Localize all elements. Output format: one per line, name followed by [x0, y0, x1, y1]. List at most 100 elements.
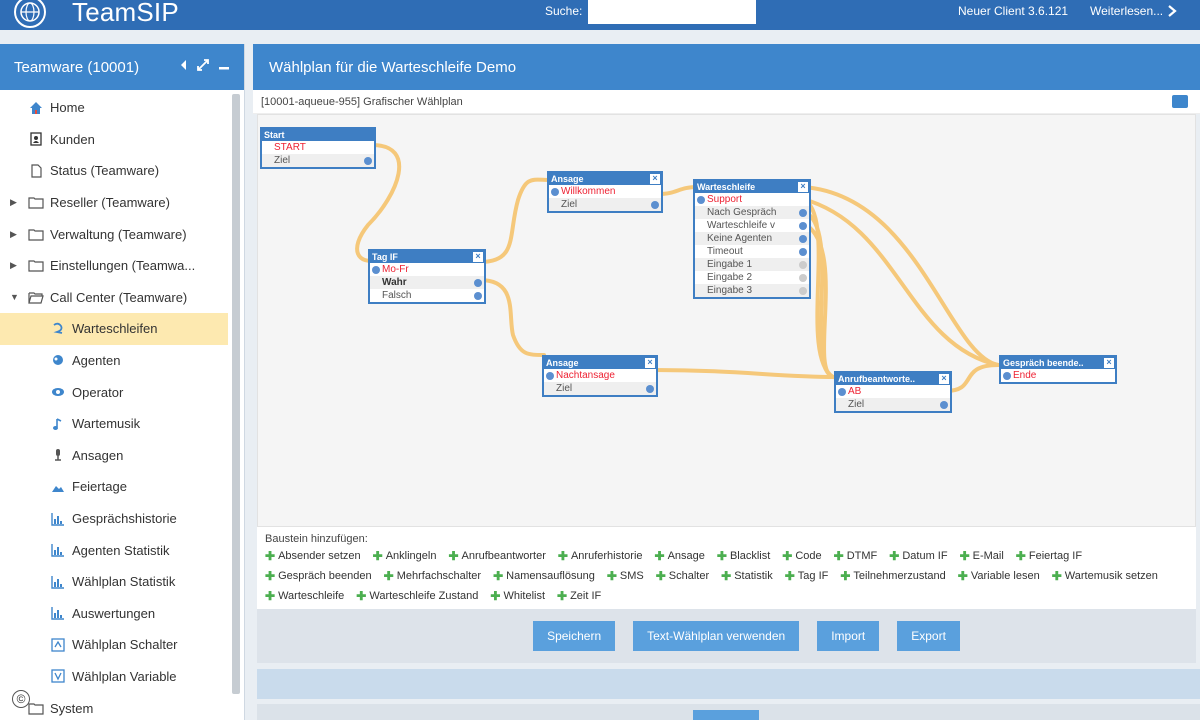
palette-item[interactable]: ✚ Anrufbeantworter [448, 549, 545, 563]
palette-item[interactable]: ✚ Anruferhistorie [558, 549, 643, 563]
close-icon[interactable]: × [939, 374, 949, 384]
sidebar-item-verwaltung[interactable]: ▶ Verwaltung (Teamware) [0, 218, 244, 250]
output-port[interactable] [799, 261, 807, 269]
output-port[interactable] [651, 201, 659, 209]
import-button[interactable]: Import [817, 621, 880, 651]
node-warteschleife[interactable]: Warteschleife × Support Nach Gespräch War… [693, 179, 811, 299]
palette-item[interactable]: ✚ SMS [607, 569, 644, 583]
input-port[interactable] [372, 266, 380, 274]
fullscreen-icon[interactable] [1172, 95, 1188, 108]
palette-item-label: Whitelist [503, 590, 546, 602]
palette-item[interactable]: ✚ Statistik [721, 569, 773, 583]
output-port[interactable] [799, 209, 807, 217]
close-icon[interactable]: × [798, 182, 808, 192]
sidebar-item-home[interactable]: Home [0, 92, 244, 124]
sidebar-item-feiertage[interactable]: Feiertage [0, 471, 244, 503]
output-port[interactable] [646, 385, 654, 393]
palette-item[interactable]: ✚ Namensauflösung [493, 569, 595, 583]
palette-item[interactable]: ✚ Ansage [655, 549, 705, 563]
output-port[interactable] [474, 279, 482, 287]
output-port[interactable] [474, 292, 482, 300]
text-dialplan-button[interactable]: Text-Wählplan verwenden [633, 621, 800, 651]
node-ansage-willkommen[interactable]: Ansage × Willkommen Ziel [547, 171, 663, 213]
export-button[interactable]: Export [897, 621, 960, 651]
node-start[interactable]: Start START Ziel [260, 127, 376, 169]
palette-item[interactable]: ✚ Whitelist [490, 589, 545, 603]
caret-right-icon[interactable]: ▶ [10, 197, 22, 208]
sidebar-item-ansagen[interactable]: Ansagen [0, 440, 244, 472]
sidebar-item-operator[interactable]: Operator [0, 376, 244, 408]
client-version-link[interactable]: Neuer Client 3.6.121 [958, 4, 1068, 18]
save-button[interactable]: Speichern [533, 621, 616, 651]
minimize-icon[interactable] [218, 59, 230, 71]
palette-item[interactable]: ✚ Gespräch beenden [265, 569, 372, 583]
sidebar-item-waehlplan-statistik[interactable]: Wählplan Statistik [0, 566, 244, 598]
close-icon[interactable]: × [650, 174, 660, 184]
input-port[interactable] [1003, 372, 1011, 380]
collapse-left-icon[interactable] [180, 60, 188, 70]
palette-item[interactable]: ✚ Anklingeln [373, 549, 437, 563]
palette-item[interactable]: ✚ Warteschleife Zustand [356, 589, 478, 603]
sidebar-item-status[interactable]: Status (Teamware) [0, 155, 244, 187]
palette-item[interactable]: ✚ Mehrfachschalter [384, 569, 481, 583]
input-port[interactable] [546, 372, 554, 380]
palette-item[interactable]: ✚ E-Mail [960, 549, 1004, 563]
caret-right-icon[interactable]: ▶ [10, 260, 22, 271]
output-port[interactable] [799, 235, 807, 243]
palette-item[interactable]: ✚ Code [782, 549, 821, 563]
palette-item-label: Feiertag IF [1028, 550, 1083, 562]
output-port[interactable] [799, 222, 807, 230]
sidebar-item-call-center[interactable]: ▼ Call Center (Teamware) [0, 282, 244, 314]
palette-item[interactable]: ✚ Feiertag IF [1016, 549, 1082, 563]
sidebar-item-kunden[interactable]: Kunden [0, 124, 244, 156]
palette-item[interactable]: ✚ DTMF [834, 549, 878, 563]
palette-item[interactable]: ✚ Schalter [656, 569, 709, 583]
output-port[interactable] [940, 401, 948, 409]
sidebar-item-warteschleifen[interactable]: Warteschleifen [0, 313, 228, 345]
palette-item[interactable]: ✚ Tag IF [785, 569, 829, 583]
palette-item[interactable]: ✚ Absender setzen [265, 549, 361, 563]
caret-down-icon[interactable]: ▼ [10, 292, 22, 302]
close-icon[interactable]: × [645, 358, 655, 368]
input-port[interactable] [551, 188, 559, 196]
palette-item[interactable]: ✚ Zeit IF [557, 589, 601, 603]
read-more-link[interactable]: Weiterlesen... [1090, 4, 1177, 18]
sidebar-item-agenten[interactable]: Agenten [0, 345, 244, 377]
input-port[interactable] [838, 388, 846, 396]
sidebar-item-label: Operator [72, 384, 124, 400]
plus-icon: ✚ [372, 549, 383, 563]
output-port[interactable] [364, 157, 372, 165]
palette-item[interactable]: ✚ Teilnehmerzustand [840, 569, 945, 583]
node-tag-if[interactable]: Tag IF × Mo-Fr Wahr Falsch [368, 249, 486, 304]
search-input[interactable] [588, 0, 756, 24]
sidebar-item-wartemusik[interactable]: Wartemusik [0, 408, 244, 440]
sidebar-item-waehlplan-schalter[interactable]: Wählplan Schalter [0, 629, 244, 661]
input-port[interactable] [697, 196, 705, 204]
logo[interactable]: TeamSIP [14, 0, 179, 30]
node-ansage-nachtansage[interactable]: Ansage × Nachtansage Ziel [542, 355, 658, 397]
caret-right-icon[interactable]: ▶ [10, 229, 22, 240]
sidebar-item-system[interactable]: System [0, 692, 244, 720]
sidebar-item-reseller[interactable]: ▶ Reseller (Teamware) [0, 187, 244, 219]
close-icon[interactable]: × [1104, 358, 1114, 368]
palette-item[interactable]: ✚ Variable lesen [958, 569, 1040, 583]
sidebar-item-auswertungen[interactable]: Auswertungen [0, 598, 244, 630]
sidebar-item-einstellungen[interactable]: ▶ Einstellungen (Teamwa... [0, 250, 244, 282]
sidebar-item-agenten-statistik[interactable]: Agenten Statistik [0, 534, 244, 566]
palette-item[interactable]: ✚ Wartemusik setzen [1052, 569, 1158, 583]
sidebar-item-waehlplan-variable[interactable]: Wählplan Variable [0, 661, 244, 693]
output-port[interactable] [799, 248, 807, 256]
dialplan-canvas[interactable]: Start START Ziel Tag IF × Mo-Fr Wahr Fals… [257, 114, 1196, 527]
footer-button[interactable] [693, 710, 759, 720]
palette-item[interactable]: ✚ Warteschleife [265, 589, 344, 603]
close-icon[interactable]: × [473, 252, 483, 262]
sidebar-item-gespraechshistorie[interactable]: Gesprächshistorie [0, 503, 244, 535]
output-port[interactable] [799, 274, 807, 282]
node-gespraech-beenden[interactable]: Gespräch beende.. × Ende [999, 355, 1117, 384]
sidebar-scrollbar[interactable] [232, 94, 240, 694]
palette-item[interactable]: ✚ Blacklist [717, 549, 770, 563]
expand-icon[interactable] [196, 58, 210, 72]
palette-item[interactable]: ✚ Datum IF [889, 549, 947, 563]
node-anrufbeantworter[interactable]: Anrufbeantworte.. × AB Ziel [834, 371, 952, 413]
output-port[interactable] [799, 287, 807, 295]
